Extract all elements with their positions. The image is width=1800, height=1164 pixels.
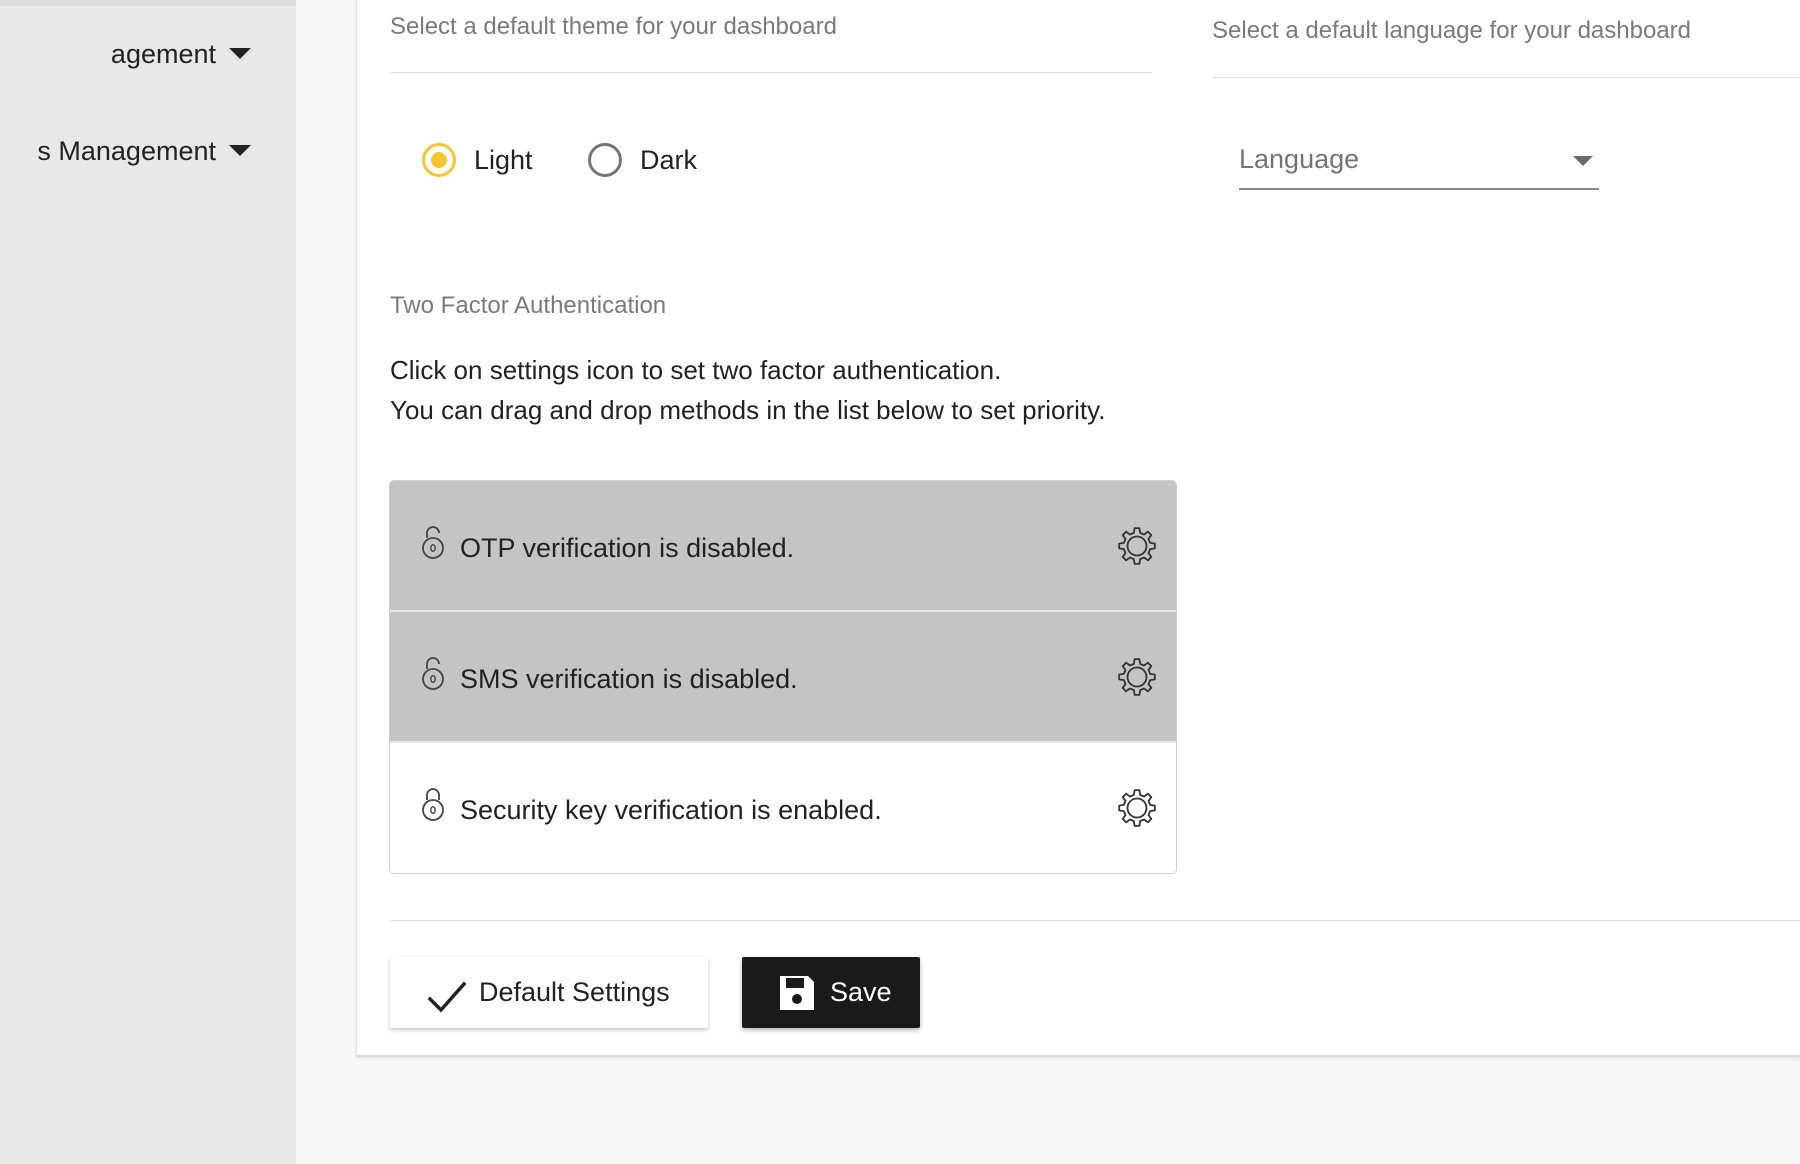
default-settings-button[interactable]: Default Settings [390,957,708,1028]
method-label: OTP verification is disabled. [460,533,795,563]
save-button[interactable]: Save [742,957,920,1028]
two-factor-method-security-key[interactable]: Security key verification is enabled. [390,743,1176,873]
chevron-down-icon [1573,156,1593,166]
theme-divider [390,72,1152,73]
two-factor-method-sms[interactable]: SMS verification is disabled. [390,612,1176,742]
floppy-disk-icon [780,975,814,1010]
two-factor-title: Two Factor Authentication [390,292,667,319]
theme-radio-label: Dark [640,144,698,175]
theme-radio-light[interactable]: Light [422,143,533,177]
gear-icon[interactable] [1116,787,1158,829]
two-factor-description-line1: Click on settings icon to set two factor… [390,355,1002,385]
sidebar: agement s Management [0,0,296,1164]
gear-icon[interactable] [1116,656,1158,698]
language-select[interactable]: Language [1239,136,1599,190]
gear-icon[interactable] [1116,525,1158,567]
settings-card: Select a default theme for your dashboar… [356,0,1800,1057]
actions-divider [390,920,1800,921]
sidebar-item-label: s Management [37,135,216,166]
sidebar-top-strip [0,0,296,6]
theme-radio-label: Light [474,144,533,175]
theme-caption: Select a default theme for your dashboar… [390,13,837,40]
default-settings-label: Default Settings [479,977,670,1007]
check-icon [427,981,467,1013]
two-factor-method-otp[interactable]: OTP verification is disabled. [390,481,1176,611]
method-label: SMS verification is disabled. [460,664,798,694]
lock-icon [422,788,444,821]
sidebar-item-label: agement [110,38,216,69]
language-select-placeholder: Language [1239,144,1360,174]
two-factor-description-line2: You can drag and drop methods in the lis… [390,395,1106,425]
radio-button-checked-icon[interactable] [422,143,456,177]
sidebar-item-s-management[interactable]: s Management [0,121,296,181]
lock-icon [422,526,444,559]
method-label: Security key verification is enabled. [460,795,882,825]
chevron-down-icon [229,145,251,156]
chevron-down-icon [229,48,251,59]
language-caption: Select a default language for your dashb… [1212,17,1692,44]
save-label: Save [830,977,892,1007]
two-factor-method-list: OTP verification is disabled. SMS verifi… [389,480,1177,874]
radio-button-unchecked-icon[interactable] [588,143,622,177]
theme-radio-dark[interactable]: Dark [588,143,697,177]
language-divider [1212,77,1800,78]
lock-icon [422,657,444,690]
sidebar-item-management[interactable]: agement [0,24,296,84]
